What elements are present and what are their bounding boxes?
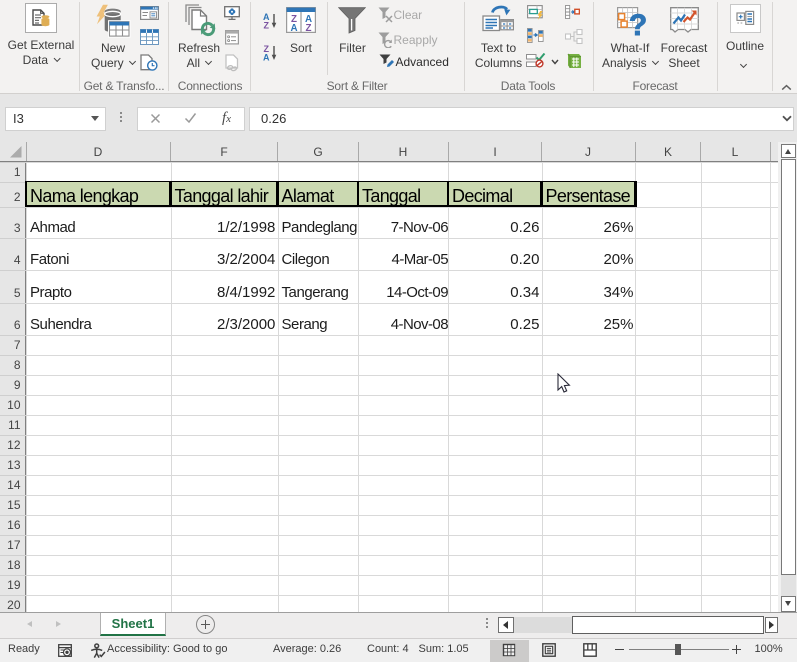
svg-text:A: A: [290, 23, 297, 33]
svg-text:A: A: [263, 53, 270, 62]
svg-text:Z: Z: [263, 21, 269, 30]
svg-text:Z: Z: [306, 23, 312, 33]
svg-text:?: ?: [628, 9, 646, 39]
